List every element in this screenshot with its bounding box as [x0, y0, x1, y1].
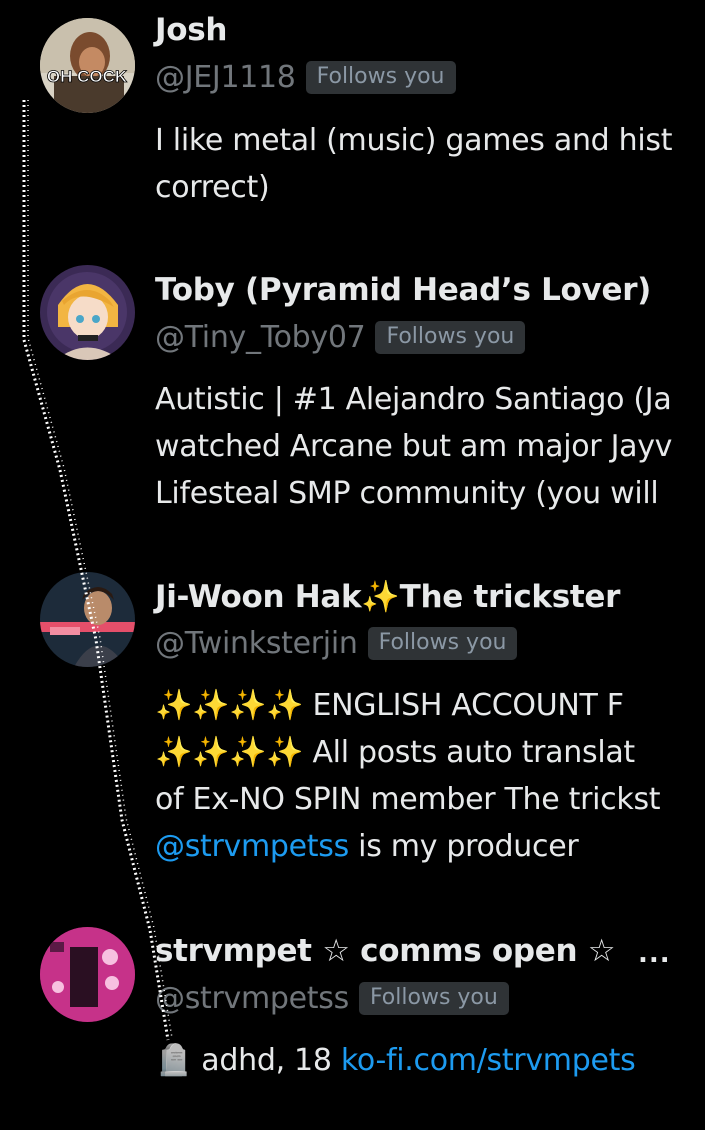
user-cell-jiwoon[interactable]: Ji-Woon Hak✨The trickster @Twinksterjin …: [0, 550, 705, 905]
user-handle[interactable]: @Tiny_Toby07: [155, 320, 366, 355]
avatar-image: [40, 265, 135, 360]
follows-you-badge: Follows you: [305, 61, 456, 94]
user-bio: I like metal (music) games and hist corr…: [155, 117, 672, 211]
bio-line: @strvmpetss is my producer: [155, 823, 660, 870]
sparkles-emoji: ✨✨✨✨: [155, 688, 304, 723]
follows-you-badge: Follows you: [375, 321, 526, 354]
bio-line: ✨✨✨✨ ENGLISH ACCOUNT F: [155, 682, 660, 729]
display-name[interactable]: Josh: [155, 12, 227, 48]
bio-text: is my producer: [348, 829, 579, 864]
mention-link[interactable]: @strvmpetss: [155, 829, 349, 864]
user-bio: 🪦 adhd, 18 ko-fi.com/strvmpets: [155, 1037, 636, 1084]
user-cell-josh[interactable]: OH COCK Josh @JEJ1118 Follows you I like…: [0, 0, 705, 240]
user-handle[interactable]: @Twinksterjin: [155, 626, 358, 661]
follows-you-badge: Follows you: [367, 627, 518, 660]
kofi-link[interactable]: ko-fi.com/strvmpets: [341, 1043, 636, 1078]
avatar-image: [40, 927, 135, 1022]
user-cell-strvmpet[interactable]: strvmpet ☆ comms open ☆ ... @strvmpetss …: [0, 905, 705, 1130]
avatar-caption: OH COCK: [47, 67, 128, 86]
bio-line: I like metal (music) games and hist: [155, 123, 673, 158]
bio-line: of Ex-NO SPIN member The trickst: [155, 782, 661, 817]
display-name-part: The trickster: [399, 579, 621, 615]
bio-line: 🪦 adhd, 18 ko-fi.com/strvmpets: [155, 1037, 636, 1084]
bio-line: watched Arcane but am major Jayv: [155, 429, 673, 464]
bio-text: 🪦 adhd, 18: [155, 1043, 341, 1078]
user-cell-toby[interactable]: Toby (Pyramid Head’s Lover) @Tiny_Toby07…: [0, 240, 705, 550]
avatar[interactable]: [40, 265, 135, 360]
user-bio: Autistic | #1 Alejandro Santiago (Ja wat…: [155, 376, 672, 517]
display-name[interactable]: Ji-Woon Hak✨The trickster: [155, 578, 620, 615]
sparkles-emoji: ✨✨✨✨: [155, 735, 304, 770]
avatar-image: [40, 572, 135, 667]
sparkles-emoji: ✨: [361, 579, 400, 615]
bio-line: Lifesteal SMP community (you will: [155, 476, 659, 511]
bio-line: correct): [155, 170, 270, 205]
bio-line: ✨✨✨✨ All posts auto translat: [155, 729, 660, 776]
avatar-image: OH COCK: [40, 18, 135, 113]
user-handle[interactable]: @strvmpetss: [155, 981, 349, 1016]
more-options-button[interactable]: ...: [638, 939, 671, 969]
follows-you-badge: Follows you: [358, 982, 509, 1015]
bio-line: Autistic | #1 Alejandro Santiago (Ja: [155, 382, 672, 417]
avatar[interactable]: [40, 927, 135, 1022]
avatar[interactable]: OH COCK: [40, 18, 135, 113]
user-bio: ✨✨✨✨ ENGLISH ACCOUNT F ✨✨✨✨ All posts au…: [155, 682, 661, 870]
display-name-part: Ji-Woon Hak: [155, 579, 362, 615]
bio-text: All posts auto translat: [303, 735, 635, 770]
display-name[interactable]: Toby (Pyramid Head’s Lover): [155, 272, 651, 308]
user-handle[interactable]: @JEJ1118: [155, 60, 296, 95]
display-name[interactable]: strvmpet ☆ comms open ☆: [155, 933, 616, 969]
avatar[interactable]: [40, 572, 135, 667]
bio-text: ENGLISH ACCOUNT F: [303, 688, 624, 723]
